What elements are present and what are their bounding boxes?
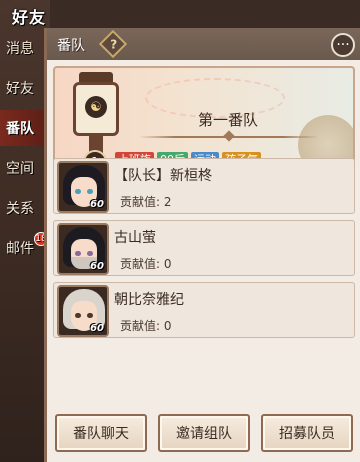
squad-panel: 番队 ? ··· ☯ 1 第一番队 上班族 00后 运动 孩子气 60 <box>44 28 360 462</box>
nav-item-label: 关系 <box>6 201 34 217</box>
avatar-eye <box>87 251 93 256</box>
avatar-eye <box>87 313 93 318</box>
member-row[interactable]: 60 【队长】新桓柊 贡献值: 2 <box>53 158 355 214</box>
member-avatar[interactable]: 60 <box>57 223 109 275</box>
member-avatar[interactable]: 60 <box>57 285 109 337</box>
avatar-eye <box>75 189 81 194</box>
nav-item-friends[interactable]: 好友 <box>0 70 48 106</box>
panel-title: 番队 <box>57 38 85 54</box>
nav-item-label: 好友 <box>6 81 34 97</box>
member-name: 朝比奈雅纪 <box>114 292 184 308</box>
avatar-eye <box>75 313 81 318</box>
left-nav: 好友 消息 好友 番队 空间 关系 邮件 18 <box>0 0 50 462</box>
member-level: 60 <box>90 323 104 334</box>
nav-item-label: 消息 <box>6 41 34 57</box>
nav-item-squad[interactable]: 番队 <box>0 110 50 146</box>
member-contribution: 贡献值: 0 <box>120 257 172 271</box>
panel-header: 番队 ? ··· <box>47 28 360 60</box>
member-contribution: 贡献值: 0 <box>120 319 172 333</box>
squad-emblem-icon: ☯ <box>85 96 107 118</box>
nav-item-messages[interactable]: 消息 <box>0 30 48 66</box>
member-contribution: 贡献值: 2 <box>120 195 172 209</box>
nav-item-label: 邮件 <box>6 241 34 257</box>
divider-ornament <box>223 130 235 142</box>
nav-item-relations[interactable]: 关系 <box>0 190 48 226</box>
member-name: 【队长】新桓柊 <box>114 168 212 184</box>
avatar-eye <box>87 189 93 194</box>
help-icon-glyph: ? <box>110 37 118 52</box>
nav-item-space[interactable]: 空间 <box>0 150 48 186</box>
member-level: 60 <box>90 199 104 210</box>
member-row[interactable]: 60 古山萤 贡献值: 0 <box>53 220 355 276</box>
recruit-members-button[interactable]: 招募队员 <box>261 414 353 452</box>
member-level: 60 <box>90 261 104 272</box>
member-avatar[interactable]: 60 <box>57 161 109 213</box>
nav-title: 好友 <box>12 8 47 27</box>
invite-team-button[interactable]: 邀请组队 <box>158 414 250 452</box>
squad-name: 第一番队 <box>197 111 258 129</box>
more-options-icon[interactable]: ··· <box>331 33 355 57</box>
help-icon[interactable]: ? <box>98 29 128 59</box>
nav-item-label: 番队 <box>6 121 34 137</box>
member-row[interactable]: 60 朝比奈雅纪 贡献值: 0 <box>53 282 355 338</box>
member-name: 古山萤 <box>114 230 156 246</box>
nav-item-mail[interactable]: 邮件 18 <box>0 230 48 266</box>
avatar-eye <box>75 251 81 256</box>
nav-item-label: 空间 <box>6 161 34 177</box>
squad-chat-button[interactable]: 番队聊天 <box>55 414 147 452</box>
